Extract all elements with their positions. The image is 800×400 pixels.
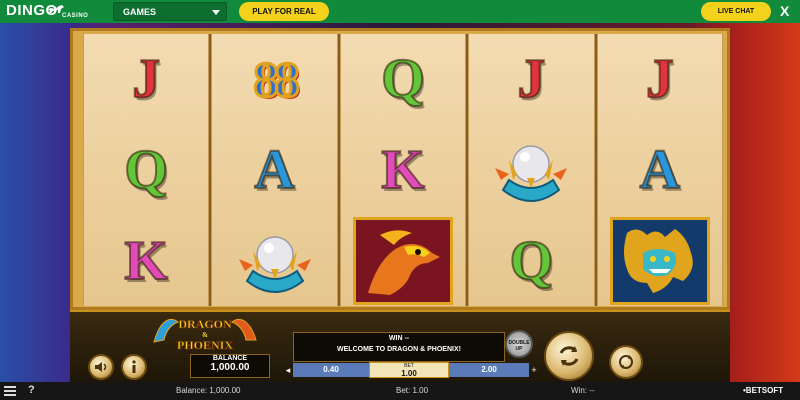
status-bet: Bet: 1.00 (396, 386, 429, 395)
spin-button[interactable] (544, 331, 594, 381)
symbol-q: Q (123, 138, 169, 202)
reel-cell: A (598, 125, 722, 215)
symbol-88: 88 (252, 50, 301, 109)
play-for-real-button[interactable]: PLAY FOR REAL (239, 2, 329, 21)
symbol-k: K (123, 229, 169, 293)
symbol-j: J (131, 47, 161, 111)
spin-icon (559, 346, 579, 366)
betsoft-logo: •BETSOFT (743, 386, 784, 395)
symbol-a: A (639, 138, 681, 202)
reel-5: JA (596, 34, 724, 306)
speaker-icon (95, 362, 107, 372)
autoplay-button[interactable] (609, 345, 643, 379)
reels-grid: J Q K 88 A Q K J Q J A (83, 34, 724, 306)
balance-value: 1,000.00 (210, 362, 250, 373)
double-up-button[interactable]: DOUBLE UP (505, 330, 533, 358)
menu-icon[interactable] (4, 386, 16, 396)
live-chat-button[interactable]: LIVE CHAT (701, 2, 771, 21)
autoplay-icon (619, 355, 633, 369)
welcome-text: WELCOME TO DRAGON & PHOENIX! (337, 346, 461, 353)
symbol-q: Q (380, 47, 426, 111)
reel-2: 88 A (211, 34, 338, 306)
reel-cell: J (84, 34, 208, 124)
reel-frame: J Q K 88 A Q K J Q J A (70, 28, 730, 310)
sound-button[interactable] (88, 354, 114, 380)
bet-increase-button[interactable]: + (529, 365, 539, 375)
reel-cell (469, 125, 593, 215)
pearl-icon (238, 236, 311, 293)
phoenix-icon (368, 230, 441, 295)
bet-option-low[interactable]: 0.40 (293, 363, 369, 377)
reel-cell: J (469, 34, 593, 124)
pearl-icon (495, 145, 568, 202)
reel-4: JQ (468, 34, 595, 306)
chevron-down-icon (212, 10, 220, 15)
reel-cell (212, 216, 336, 306)
dog-logo-icon (46, 5, 64, 13)
help-icon[interactable]: ? (28, 384, 35, 396)
balance-label: BALANCE (212, 355, 248, 362)
reel-3: QK (339, 34, 467, 306)
bet-option-high[interactable]: 2.00 (449, 363, 529, 377)
bet-current[interactable]: BET 1.00 (369, 362, 449, 378)
dragon-symbol (609, 217, 710, 305)
logo-sub: CASINO (62, 13, 89, 19)
reel-cell: J (598, 34, 722, 124)
message-box: WIN -- WELCOME TO DRAGON & PHOENIX! (293, 332, 505, 362)
bet-current-value: 1.00 (401, 369, 417, 378)
bet-selector: ◂ 0.40 BET 1.00 2.00 + (283, 362, 541, 378)
top-bar: DINGO CASINO GAMES PLAY FOR REAL LIVE CH… (0, 0, 800, 23)
reel-cell: Q (341, 34, 465, 124)
reel-cell: 88 (212, 34, 336, 124)
reel-cell: K (84, 216, 208, 306)
info-button[interactable] (121, 354, 147, 380)
symbol-k: K (380, 138, 426, 202)
info-icon (132, 360, 136, 373)
logo-line1: DRAGON (178, 317, 232, 331)
bet-decrease-button[interactable]: ◂ (283, 365, 293, 376)
games-dropdown-label: GAMES (123, 7, 157, 17)
close-icon[interactable]: X (780, 3, 789, 19)
reel-cell: Q (84, 125, 208, 215)
game-stage: DINGO CASINO GAMES PLAY FOR REAL LIVE CH… (0, 0, 800, 400)
status-win: Win: -- (571, 386, 595, 395)
reel-cell (341, 216, 465, 306)
balance-display: BALANCE 1,000.00 (190, 354, 270, 378)
casino-logo[interactable]: DINGO CASINO (6, 2, 88, 19)
reel-cell (598, 216, 722, 306)
win-text: WIN -- (388, 335, 410, 342)
reel-1: JQK (83, 34, 210, 306)
symbol-q: Q (509, 229, 555, 293)
double-up-line2: UP (515, 346, 523, 352)
symbol-j: J (645, 47, 675, 111)
status-balance: Balance: 1,000.00 (176, 386, 241, 395)
logo-line3: PHOENIX (177, 338, 233, 352)
phoenix-symbol (353, 217, 454, 305)
symbol-j: J (516, 47, 546, 111)
dragon-icon (623, 229, 693, 293)
status-bar: ? Balance: 1,000.00 Bet: 1.00 Win: -- •B… (0, 382, 800, 400)
games-dropdown[interactable]: GAMES (113, 2, 227, 21)
reel-cell: A (212, 125, 336, 215)
symbol-a: A (253, 138, 295, 202)
dragon-phoenix-logo: DRAGON & PHOENIX (153, 317, 257, 352)
reel-cell: K (341, 125, 465, 215)
reel-cell: Q (469, 216, 593, 306)
